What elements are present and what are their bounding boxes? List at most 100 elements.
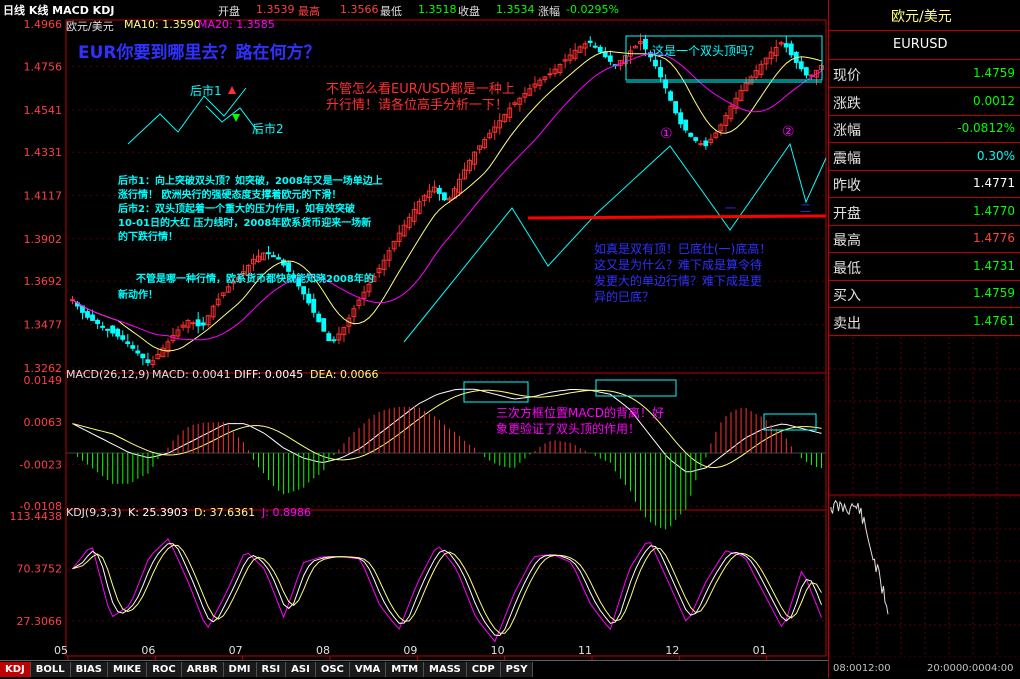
macd-legend-name: MACD(26,12,9) <box>66 368 150 381</box>
kdj-d-line <box>72 544 822 634</box>
candle-body <box>145 359 151 363</box>
candle-body <box>90 314 95 321</box>
tab-arbr[interactable]: ARBR <box>181 662 224 677</box>
kdj-legend-name: KDJ(9,3,3) <box>66 506 122 519</box>
annotation-scenario2: 后市2：双头顶起着一个重大的压力作用，如有效突破 <box>118 204 355 215</box>
y-tick-label: 1.4117 <box>24 189 63 202</box>
quote-panel: 欧元/美元 EURUSD 现价 1.4759 涨跌 0.0012 涨幅 -0.0812% 震… <box>828 0 1020 678</box>
candle-body <box>607 55 613 62</box>
annotation-scenario2b: 10-01日的大红 压力线时，2008年欧系货币迎来一场新 <box>118 218 372 229</box>
ma20-legend: MA20: 1.3585 <box>198 18 275 31</box>
x-tick-label: 05 <box>54 644 68 657</box>
tab-rsi[interactable]: RSI <box>256 662 287 677</box>
y-tick-label: -0.0023 <box>20 458 62 471</box>
candle-body <box>441 192 447 201</box>
candle-body <box>658 67 663 78</box>
y-tick-label: 1.3692 <box>24 275 63 288</box>
quote-value: 1.4771 <box>973 176 1015 190</box>
x-tick-label: 09 <box>403 644 417 657</box>
quote-label: 现价 <box>833 68 861 84</box>
y-tick-label: 1.3477 <box>24 319 63 332</box>
chart-area[interactable]: 1.4966 1.4756 1.4541 1.4331 1.4117 1.3902 1.36… <box>0 18 828 660</box>
quote-label: 最高 <box>833 233 861 249</box>
tab-psy[interactable]: PSY <box>500 662 534 677</box>
quote-row: 现价 1.4759 <box>829 60 1020 88</box>
annotation-scenario1b: 涨行情！ 欧洲央行的强硬态度支撑着欧元的下滑！ <box>118 190 342 201</box>
tab-boll[interactable]: BOLL <box>30 662 71 677</box>
candle-body <box>135 350 141 354</box>
high-label: 最高 <box>298 5 320 18</box>
quote-value: 1.4776 <box>973 231 1015 245</box>
tab-asi[interactable]: ASI <box>286 662 316 677</box>
quote-value: -0.0812% <box>957 121 1015 135</box>
macd-legend-diff: DIFF: 0.0045 <box>234 368 304 381</box>
candle-body <box>85 311 90 318</box>
candle-body <box>678 112 684 125</box>
candle-body <box>301 286 307 295</box>
x-tick-label: 11 <box>578 644 592 657</box>
candle-body <box>788 43 794 56</box>
candle-body <box>663 79 668 89</box>
tab-kdj[interactable]: KDJ <box>0 662 31 677</box>
macd-dea-line <box>72 389 822 469</box>
candle-body <box>803 67 809 76</box>
candle-body <box>683 119 689 131</box>
ma10-legend: MA10: 1.3590 <box>124 18 201 31</box>
tab-cdp[interactable]: CDP <box>466 662 501 677</box>
scenario1-zigzag <box>127 87 247 145</box>
quote-value: 1.4770 <box>973 203 1015 218</box>
chart-title: 日线 K线 MACD KDJ <box>3 4 115 17</box>
annotation-future2: 后市2 <box>252 122 284 136</box>
candle-body <box>276 257 281 260</box>
quote-code: EURUSD <box>893 37 948 52</box>
y-tick-label: 113.4438 <box>10 510 63 523</box>
quote-row: 涨幅 -0.0812% <box>829 115 1020 143</box>
y-tick-label: 0.0063 <box>24 416 63 429</box>
x-tick-label: 08 <box>316 644 330 657</box>
indicator-tabs: KDJ BOLL BIAS MIKE ROC ARBR DMI RSI ASI OSC VMA MTM… <box>0 660 828 679</box>
tab-mtm[interactable]: MTM <box>386 662 425 677</box>
quote-value: 1.4731 <box>973 258 1015 273</box>
quote-value: 0.30% <box>976 148 1015 163</box>
candle-body <box>547 73 553 76</box>
candle-body <box>592 45 598 48</box>
high-value: 1.3566 <box>340 3 379 16</box>
tab-bias[interactable]: BIAS <box>70 662 108 677</box>
candle-body <box>125 341 131 345</box>
annotation-neck-q3: 发更大的单边行情？难下成是更 <box>594 274 763 288</box>
tab-mike[interactable]: MIKE <box>107 662 148 677</box>
candle-body <box>271 255 276 258</box>
scenario2-zigzag <box>205 105 259 133</box>
quote-row: 卖出 1.4761 <box>829 308 1020 336</box>
chart-svg[interactable]: 1.4966 1.4756 1.4541 1.4331 1.4117 1.3902 1.36… <box>0 18 828 660</box>
tab-osc[interactable]: OSC <box>315 662 350 677</box>
tab-mass[interactable]: MASS <box>424 662 467 677</box>
candle-body <box>688 132 694 137</box>
quote-row: 震幅 0.30% <box>829 143 1020 171</box>
kdj-legend-j: J: 0.8986 <box>262 506 311 519</box>
quote-label: 涨跌 <box>833 95 861 112</box>
macd-diff-line <box>72 388 822 473</box>
candle-body <box>190 322 196 325</box>
y-tick-label: 1.4331 <box>24 146 63 159</box>
candle-body <box>436 187 442 194</box>
annotation-macd-note1: 三次方框位置MACD的背离！好 <box>496 406 664 420</box>
annotation-mark2: 二 <box>800 202 811 215</box>
resistance-line <box>527 214 827 220</box>
candle-body <box>266 252 271 255</box>
annotation-circle1: ① <box>660 126 673 142</box>
tab-dmi[interactable]: DMI <box>223 662 257 677</box>
low-label: 最低 <box>380 5 402 18</box>
up-arrow-icon <box>228 86 236 94</box>
quote-label: 最低 <box>833 260 861 277</box>
tab-roc[interactable]: ROC <box>147 662 182 677</box>
annotation-neck-q2: 这又是为什么？难下成是算令待 <box>594 258 763 272</box>
annotation-circle2: ② <box>782 124 795 140</box>
tab-vma[interactable]: VMA <box>349 662 387 677</box>
y-tick-label: 1.4966 <box>24 18 63 31</box>
y-tick-label: 27.3066 <box>17 615 63 628</box>
main-symbol-legend: 欧元/美元 <box>66 20 114 33</box>
quote-label: 昨收 <box>833 178 861 194</box>
intraday-time-left: 08:0012:00 <box>833 663 891 674</box>
low-value: 1.3518 <box>418 3 457 16</box>
